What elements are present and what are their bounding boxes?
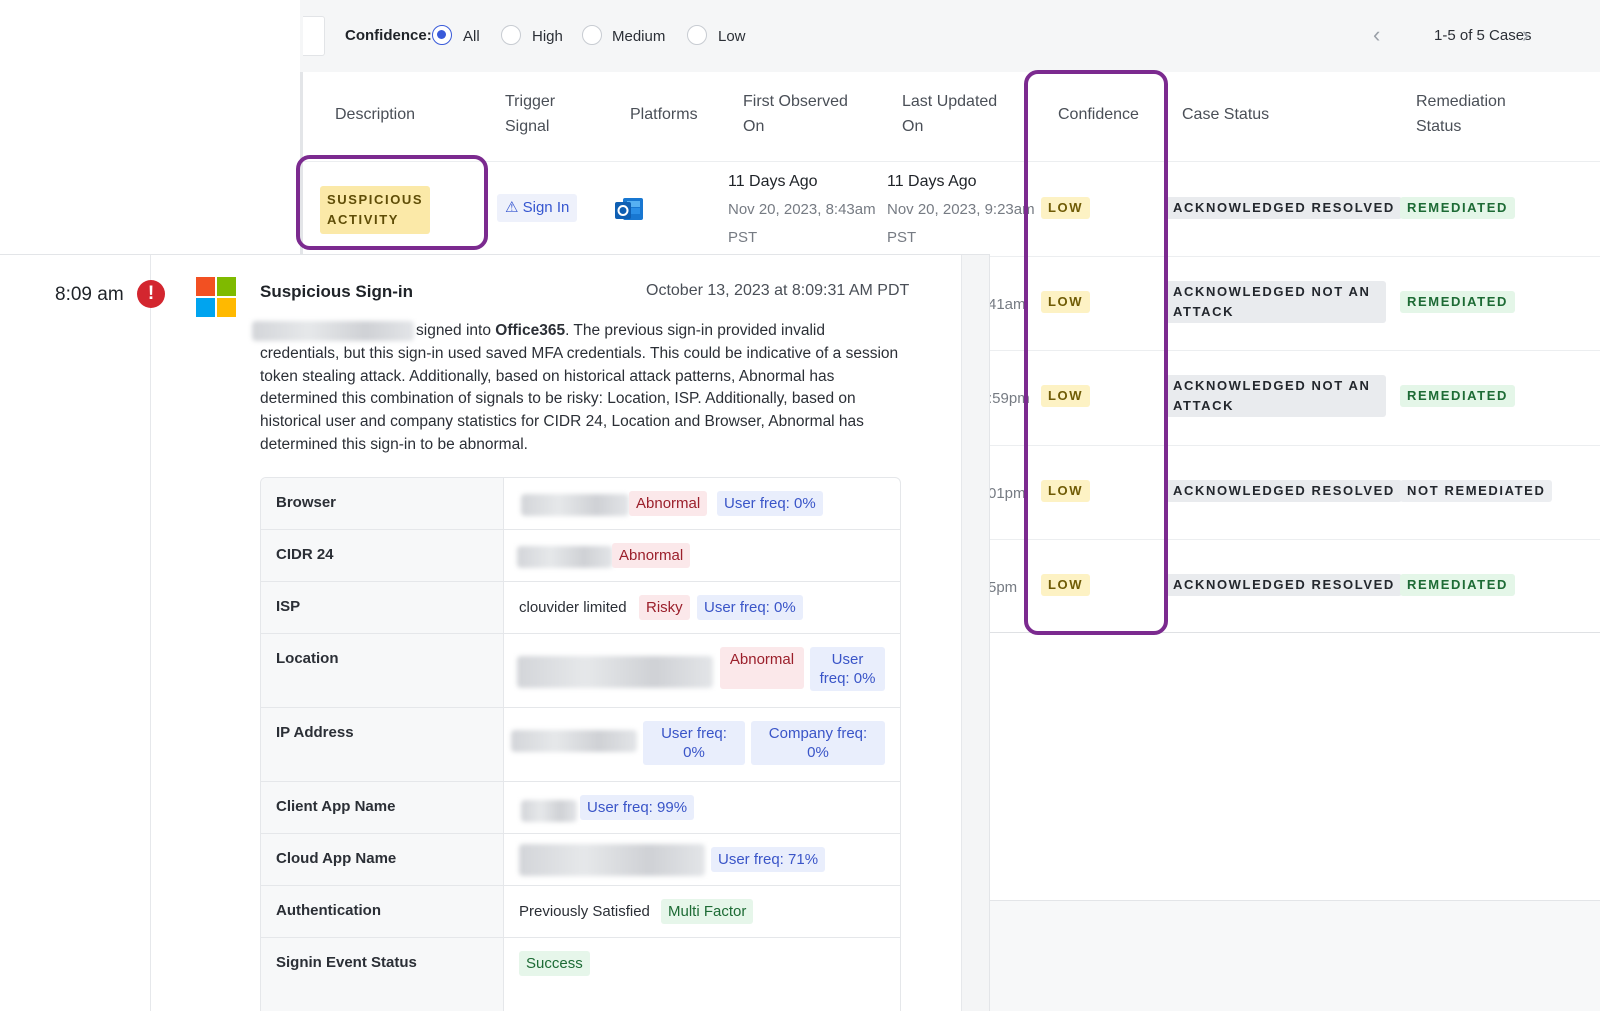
detail-row-cidr: CIDR 24 Abnormal	[261, 530, 900, 582]
last-updated-relative: 11 Days Ago	[887, 173, 977, 190]
first-observed-relative: 11 Days Ago	[728, 173, 818, 190]
redacted-value	[517, 656, 713, 688]
alert-icon: !	[137, 280, 165, 308]
radio-medium-label[interactable]: Medium	[612, 28, 665, 45]
warning-triangle-icon: ⚠	[505, 199, 519, 216]
detail-row-location: Location Abnormal User freq: 0%	[261, 634, 900, 708]
detail-row-isp: ISP clouvider limited Risky User freq: 0…	[261, 582, 900, 634]
header-platforms[interactable]: Platforms	[630, 102, 698, 127]
event-timestamp: October 13, 2023 at 8:09:31 AM PDT	[646, 282, 910, 299]
last-updated-date: Nov 20, 2023, 9:23am PST	[887, 201, 1035, 246]
remediation-badge: NOT REMEDIATED	[1400, 480, 1553, 502]
detail-row-authentication: Authentication Previously Satisfied Mult…	[261, 886, 900, 938]
event-title: Suspicious Sign-in	[260, 282, 414, 301]
detail-row-cloud-app: Cloud App Name User freq: 71%	[261, 834, 900, 886]
detail-row-signin-status: Signin Event Status Success	[261, 938, 900, 1011]
header-case-status[interactable]: Case Status	[1182, 102, 1269, 127]
clipped-time: 01pm	[988, 485, 1026, 502]
radio-high[interactable]	[501, 25, 521, 45]
event-description: signed into Office365. The previous sign…	[260, 322, 899, 453]
abnormal-tag: Abnormal	[629, 491, 708, 516]
confidence-filter-bar: Confidence: All High Medium Low ‹ 1-5 of…	[300, 0, 1600, 72]
redacted-value	[511, 730, 637, 752]
detail-row-ip-address: IP Address User freq: 0% Company freq: 0%	[261, 708, 900, 782]
header-first-observed[interactable]: First Observed On	[743, 89, 848, 139]
detail-row-client-app: Client App Name User freq: 99%	[261, 782, 900, 834]
chevron-left-icon[interactable]: ‹	[1373, 22, 1380, 48]
frequency-tag: User freq: 0%	[810, 647, 885, 691]
frequency-tag: User freq: 0%	[643, 721, 745, 765]
description-highlight-box	[296, 155, 488, 250]
redacted-value	[519, 844, 705, 876]
frequency-tag: User freq: 71%	[711, 847, 826, 872]
radio-low-label[interactable]: Low	[718, 28, 746, 45]
clipped-time: 41am	[988, 296, 1026, 313]
event-time: 8:09 am	[55, 284, 124, 305]
remediation-badge: REMEDIATED	[1400, 574, 1515, 596]
remediation-badge: REMEDIATED	[1400, 197, 1515, 219]
redacted-value	[521, 800, 577, 822]
case-status-badge: ACKNOWLEDGED RESOLVED	[1166, 574, 1402, 596]
clipped-time: 5pm	[988, 579, 1018, 596]
microsoft-logo-icon	[196, 277, 236, 317]
radio-low[interactable]	[687, 25, 707, 45]
radio-all-label[interactable]: All	[463, 28, 480, 45]
pagination-label: 1-5 of 5 Cases	[1434, 27, 1532, 44]
sign-in-event-panel: 8:09 am ! Suspicious Sign-in October 13,…	[0, 254, 990, 1011]
timeline-rail	[150, 255, 151, 1011]
header-trigger-signal[interactable]: Trigger Signal	[505, 89, 555, 139]
case-status-badge: ACKNOWLEDGED RESOLVED	[1166, 197, 1402, 219]
collapsed-panel-stub[interactable]	[303, 16, 325, 56]
remediation-badge: REMEDIATED	[1400, 291, 1515, 313]
header-last-updated[interactable]: Last Updated On	[902, 89, 997, 139]
row-divider	[300, 161, 1600, 162]
header-remediation-status[interactable]: Remediation Status	[1416, 89, 1506, 139]
abnormal-tag: Abnormal	[612, 543, 691, 568]
case-status-badge: ACKNOWLEDGED NOT AN ATTACK	[1166, 281, 1386, 323]
confidence-filter-label: Confidence:	[345, 27, 432, 44]
trigger-signal-chip[interactable]: ⚠ Sign In	[497, 194, 578, 222]
sign-in-details-table: Browser Abnormal User freq: 0% CIDR 24 A…	[260, 477, 901, 1011]
panel-scrollbar[interactable]	[961, 255, 989, 1011]
multi-factor-tag: Multi Factor	[661, 899, 754, 924]
redacted-value	[517, 546, 613, 568]
case-status-badge: ACKNOWLEDGED RESOLVED	[1166, 480, 1402, 502]
success-tag: Success	[519, 951, 590, 976]
first-observed-date: Nov 20, 2023, 8:43am PST	[728, 201, 876, 246]
outlook-icon	[615, 198, 643, 220]
abnormal-tag: Abnormal	[720, 647, 804, 689]
remediation-badge: REMEDIATED	[1400, 385, 1515, 407]
radio-high-label[interactable]: High	[532, 28, 563, 45]
risky-tag: Risky	[639, 595, 690, 620]
confidence-column-highlight-box	[1024, 70, 1168, 635]
case-status-badge: ACKNOWLEDGED NOT AN ATTACK	[1166, 375, 1386, 417]
frequency-tag: User freq: 99%	[580, 795, 695, 820]
page-footer-area	[990, 900, 1600, 1011]
frequency-tag: Company freq: 0%	[751, 721, 885, 765]
frequency-tag: User freq: 0%	[697, 595, 803, 620]
header-description[interactable]: Description	[335, 102, 415, 127]
detail-row-browser: Browser Abnormal User freq: 0%	[261, 478, 900, 530]
radio-all[interactable]	[432, 25, 452, 45]
chevron-right-icon[interactable]: ›	[1522, 22, 1529, 48]
frequency-tag: User freq: 0%	[717, 491, 823, 516]
radio-medium[interactable]	[582, 25, 602, 45]
redacted-value	[521, 494, 629, 516]
